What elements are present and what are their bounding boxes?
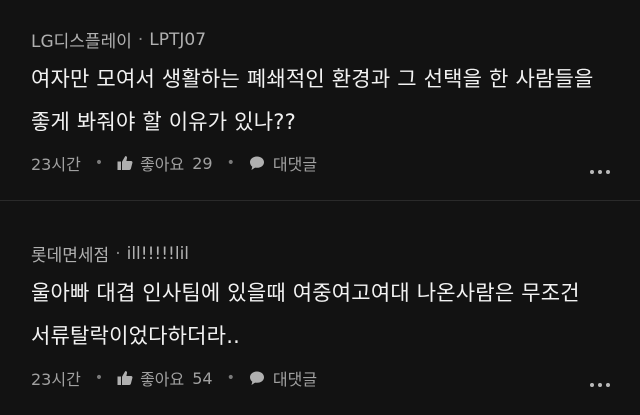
footer-separator: • — [226, 370, 235, 386]
comment-line: 좋게 봐줘야 할 이유가 있나?? — [31, 110, 296, 134]
reply-label: 대댓글 — [272, 155, 318, 174]
author-handle[interactable]: LPTJ07 — [149, 30, 206, 50]
footer-separator: • — [226, 155, 235, 171]
comment-body: 여자만 모여서 생활하는 폐쇄적인 환경과 그 선택을 한 사람들을 좋게 봐줘… — [31, 58, 621, 144]
like-button[interactable]: 좋아요 54 — [117, 366, 213, 390]
like-count: 54 — [192, 368, 213, 388]
timestamp: 23시간 — [31, 155, 81, 174]
like-label: 좋아요 — [140, 155, 185, 174]
comment-footer: 23시간 • 좋아요 54 • 대댓글 — [31, 366, 616, 390]
comment-line: 여자만 모여서 생활하는 폐쇄적인 환경과 그 선택을 한 사람들을 — [31, 67, 594, 91]
comment-body: 울아빠 대겹 인사팀에 있을때 여중여고여대 나온사람은 무조건 서류탈락이었다… — [31, 272, 621, 358]
like-count: 29 — [192, 153, 213, 173]
reply-button[interactable]: 대댓글 — [249, 366, 317, 390]
footer-separator: • — [94, 155, 104, 171]
meta-separator: · — [137, 29, 144, 50]
comment-item: 롯데면세점 · ill!!!!!lil 울아빠 대겹 인사팀에 있을때 여중여고… — [0, 200, 640, 415]
comment-meta: 롯데면세점 · ill!!!!!lil — [31, 241, 189, 267]
comment-line: 울아빠 대겹 인사팀에 있을때 여중여고여대 나온사람은 무조건 — [31, 281, 580, 305]
reply-button[interactable]: 대댓글 — [249, 151, 317, 175]
like-label: 좋아요 — [140, 370, 185, 389]
more-dots-icon — [590, 383, 594, 387]
reply-label: 대댓글 — [272, 370, 318, 389]
comment-meta: LG디스플레이 · LPTJ07 — [31, 27, 206, 53]
comment-line: 서류탈락이었다하더라.. — [31, 324, 240, 348]
more-options-button[interactable] — [590, 170, 610, 174]
thumbs-up-icon — [117, 370, 133, 386]
author-company[interactable]: 롯데면세점 — [31, 241, 109, 266]
speech-bubble-icon — [249, 370, 265, 386]
footer-separator: • — [94, 370, 104, 386]
more-dots-icon — [590, 170, 594, 174]
meta-separator: · — [115, 243, 121, 264]
speech-bubble-icon — [249, 155, 265, 171]
author-handle[interactable]: ill!!!!!lil — [127, 244, 189, 264]
comment-footer: 23시간 • 좋아요 29 • 대댓글 — [31, 151, 616, 175]
timestamp: 23시간 — [31, 370, 81, 389]
author-company[interactable]: LG디스플레이 — [31, 27, 132, 52]
thumbs-up-icon — [117, 155, 133, 171]
like-button[interactable]: 좋아요 29 — [117, 151, 213, 175]
more-options-button[interactable] — [590, 383, 610, 387]
comment-item: LG디스플레이 · LPTJ07 여자만 모여서 생활하는 폐쇄적인 환경과 그… — [0, 0, 640, 200]
